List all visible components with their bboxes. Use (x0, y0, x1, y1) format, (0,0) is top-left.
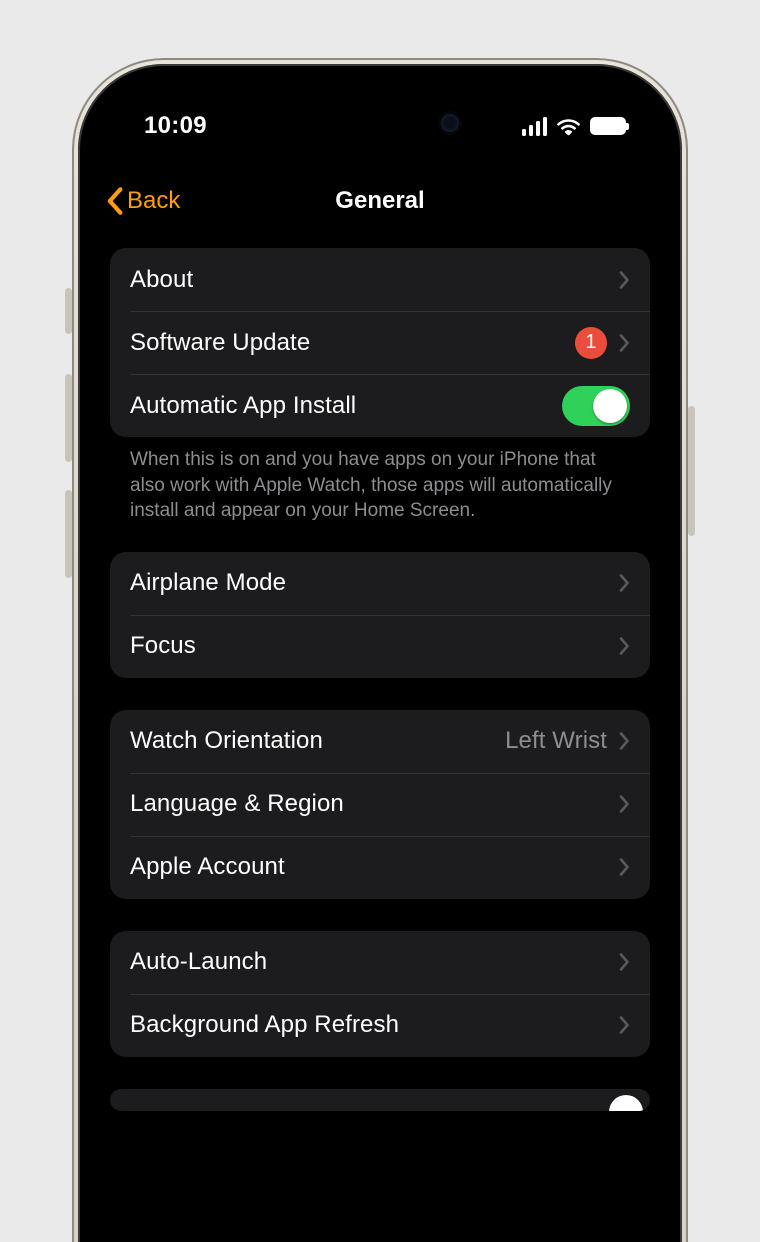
row-label: Apple Account (130, 853, 285, 881)
page-title: General (335, 187, 424, 215)
row-value: Left Wrist (505, 727, 607, 755)
toggle-knob (609, 1095, 643, 1111)
row-focus[interactable]: Focus (110, 615, 650, 678)
nav-bar: Back General (92, 174, 668, 228)
chevron-right-icon (619, 732, 630, 750)
row-about[interactable]: About (110, 248, 650, 311)
row-language-region[interactable]: Language & Region (110, 773, 650, 836)
row-label: Airplane Mode (130, 569, 286, 597)
row-software-update[interactable]: Software Update 1 (110, 311, 650, 374)
side-button-vol-down (65, 490, 72, 578)
back-button[interactable]: Back (106, 174, 180, 228)
status-time: 10:09 (144, 112, 207, 140)
side-button-silent (65, 288, 72, 334)
wifi-icon (556, 117, 581, 136)
group-partial (110, 1089, 650, 1111)
chevron-right-icon (619, 334, 630, 352)
camera-icon (441, 114, 459, 132)
group-footer-text: When this is on and you have apps on you… (110, 437, 650, 532)
row-label: Watch Orientation (130, 727, 323, 755)
row-label: Auto-Launch (130, 948, 267, 976)
chevron-right-icon (619, 795, 630, 813)
chevron-right-icon (619, 637, 630, 655)
chevron-right-icon (619, 271, 630, 289)
battery-icon (590, 117, 626, 135)
side-button-power (688, 406, 695, 536)
toggle-knob (593, 389, 627, 423)
row-label: Focus (130, 632, 196, 660)
row-label: About (130, 266, 193, 294)
row-apple-account[interactable]: Apple Account (110, 836, 650, 899)
toggle-auto-app-install[interactable] (562, 386, 630, 426)
chevron-right-icon (619, 574, 630, 592)
group-modes: Airplane Mode Focus (110, 552, 650, 678)
back-label: Back (127, 187, 180, 215)
chevron-right-icon (619, 1016, 630, 1034)
row-auto-launch[interactable]: Auto-Launch (110, 931, 650, 994)
row-background-app-refresh[interactable]: Background App Refresh (110, 994, 650, 1057)
row-auto-app-install: Automatic App Install (110, 374, 650, 437)
side-button-vol-up (65, 374, 72, 462)
chevron-left-icon (106, 187, 123, 215)
chevron-right-icon (619, 953, 630, 971)
group-apps: Auto-Launch Background App Refresh (110, 931, 650, 1057)
row-label: Automatic App Install (130, 392, 356, 420)
row-watch-orientation[interactable]: Watch Orientation Left Wrist (110, 710, 650, 773)
chevron-right-icon (619, 858, 630, 876)
update-badge: 1 (575, 327, 607, 359)
group-watch: Watch Orientation Left Wrist Language & … (110, 710, 650, 899)
content-scroll[interactable]: About Software Update 1 Automatic App In… (92, 242, 668, 1242)
row-label: Background App Refresh (130, 1011, 399, 1039)
row-label: Language & Region (130, 790, 344, 818)
device-frame: 10:09 (72, 58, 688, 1242)
cellular-icon (522, 117, 548, 136)
screen: 10:09 (92, 78, 668, 1242)
row-label: Software Update (130, 329, 310, 357)
row-airplane-mode[interactable]: Airplane Mode (110, 552, 650, 615)
group-general: About Software Update 1 Automatic App In… (110, 248, 650, 437)
dynamic-island (285, 98, 475, 148)
